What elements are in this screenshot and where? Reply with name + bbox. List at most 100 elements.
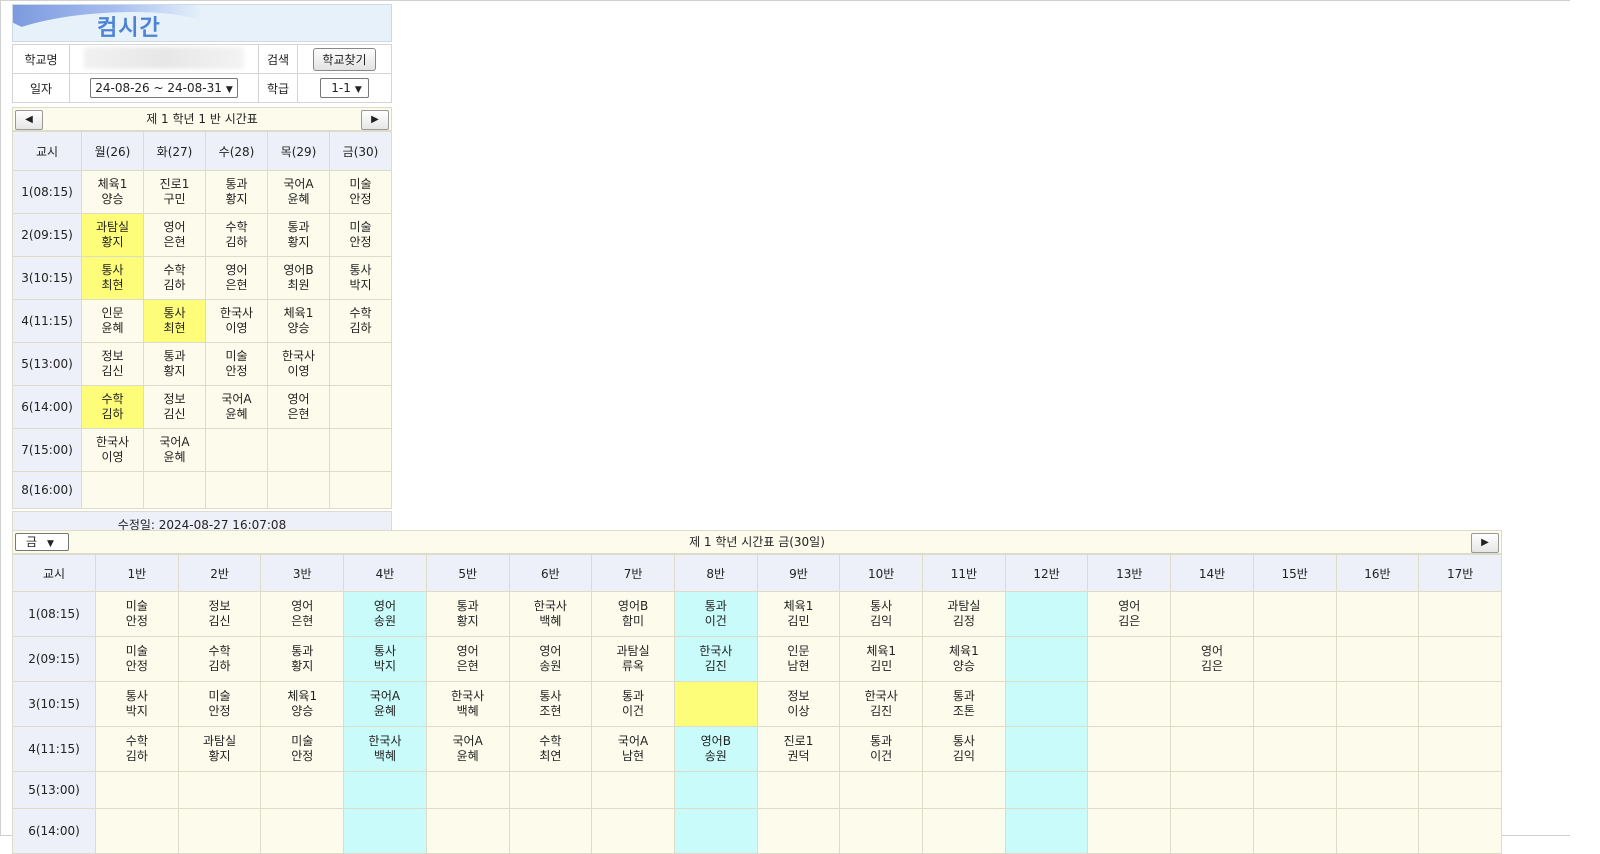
lesson-cell[interactable]: 영어 은현 — [267, 385, 330, 429]
lesson-cell[interactable] — [922, 808, 1006, 854]
lesson-cell[interactable] — [1252, 771, 1337, 809]
lesson-cell[interactable] — [329, 385, 392, 429]
lesson-cell[interactable]: 과탐실 황지 — [81, 213, 144, 257]
lesson-cell[interactable]: 국어A 윤혜 — [143, 428, 206, 472]
lesson-cell[interactable] — [425, 771, 510, 809]
lesson-cell[interactable]: 정보 김신 — [143, 385, 206, 429]
lesson-cell[interactable]: 한국사 백혜 — [343, 726, 427, 772]
lesson-cell[interactable] — [95, 771, 179, 809]
lesson-cell[interactable]: 통과 이건 — [591, 681, 675, 727]
lesson-cell[interactable]: 통과 조톤 — [922, 681, 1006, 727]
lesson-cell[interactable]: 과탐실 류옥 — [591, 636, 675, 682]
lesson-cell[interactable] — [1170, 591, 1254, 637]
lesson-cell[interactable] — [756, 808, 841, 854]
lesson-cell[interactable]: 통사 최현 — [143, 299, 206, 343]
lesson-cell[interactable]: 통사 김익 — [922, 726, 1006, 772]
lesson-cell[interactable]: 진로1 권덕 — [756, 726, 841, 772]
lesson-cell[interactable]: 국어A 윤혜 — [425, 726, 510, 772]
lesson-cell[interactable]: 정보 김신 — [81, 342, 144, 386]
lesson-cell[interactable] — [177, 808, 262, 854]
lesson-cell[interactable] — [1252, 681, 1337, 727]
lesson-cell[interactable]: 영어B 송원 — [673, 726, 758, 772]
lesson-cell[interactable] — [1418, 808, 1502, 854]
lesson-cell[interactable]: 통사 조현 — [508, 681, 593, 727]
lesson-cell[interactable] — [1004, 681, 1089, 727]
lesson-cell[interactable] — [591, 808, 675, 854]
lesson-cell[interactable] — [1335, 591, 1420, 637]
lesson-cell[interactable]: 한국사 김진 — [839, 681, 924, 727]
lesson-cell[interactable] — [343, 771, 427, 809]
lesson-cell[interactable] — [591, 771, 675, 809]
lesson-cell[interactable] — [1335, 681, 1420, 727]
lesson-cell[interactable]: 영어 김은 — [1087, 591, 1172, 637]
lesson-cell[interactable]: 영어 송원 — [343, 591, 427, 637]
lesson-cell[interactable] — [508, 808, 593, 854]
lesson-cell[interactable] — [1087, 636, 1172, 682]
lesson-cell[interactable]: 통과 황지 — [143, 342, 206, 386]
lesson-cell[interactable]: 미술 안정 — [260, 726, 345, 772]
lesson-cell[interactable] — [329, 471, 392, 509]
lesson-cell[interactable]: 통사 최현 — [81, 256, 144, 300]
lesson-cell[interactable] — [1170, 771, 1254, 809]
lesson-cell[interactable] — [673, 808, 758, 854]
lesson-cell[interactable]: 미술 안정 — [329, 170, 392, 214]
lesson-cell[interactable] — [267, 428, 330, 472]
lesson-cell[interactable]: 수학 김하 — [205, 213, 268, 257]
lesson-cell[interactable]: 인문 윤혜 — [81, 299, 144, 343]
lesson-cell[interactable] — [1004, 726, 1089, 772]
lesson-cell[interactable]: 수학 김하 — [143, 256, 206, 300]
lesson-cell[interactable] — [425, 808, 510, 854]
lesson-cell[interactable] — [1418, 681, 1502, 727]
lesson-cell[interactable]: 정보 김신 — [177, 591, 262, 637]
lesson-cell[interactable]: 미술 안정 — [95, 591, 179, 637]
lesson-cell[interactable]: 체육1 양승 — [260, 681, 345, 727]
lesson-cell[interactable]: 통사 김익 — [839, 591, 924, 637]
lesson-cell[interactable]: 과탐실 황지 — [177, 726, 262, 772]
lesson-cell[interactable] — [1252, 591, 1337, 637]
lesson-cell[interactable] — [329, 342, 392, 386]
lesson-cell[interactable] — [1418, 771, 1502, 809]
lesson-cell[interactable] — [1004, 591, 1089, 637]
lesson-cell[interactable] — [673, 681, 758, 727]
lesson-cell[interactable]: 영어 은현 — [425, 636, 510, 682]
lesson-cell[interactable] — [177, 771, 262, 809]
lesson-cell[interactable]: 체육1 김민 — [756, 591, 841, 637]
lesson-cell[interactable]: 통사 박지 — [329, 256, 392, 300]
lesson-cell[interactable]: 통과 이건 — [839, 726, 924, 772]
next-week-button[interactable]: ▶ — [361, 110, 389, 130]
lesson-cell[interactable]: 한국사 이영 — [267, 342, 330, 386]
lesson-cell[interactable]: 수학 김하 — [177, 636, 262, 682]
lesson-cell[interactable]: 미술 안정 — [95, 636, 179, 682]
lesson-cell[interactable]: 통과 황지 — [205, 170, 268, 214]
lesson-cell[interactable]: 국어A 남현 — [591, 726, 675, 772]
lesson-cell[interactable]: 체육1 김민 — [839, 636, 924, 682]
lesson-cell[interactable]: 미술 안정 — [205, 342, 268, 386]
lesson-cell[interactable] — [1418, 726, 1502, 772]
lesson-cell[interactable]: 체육1 양승 — [81, 170, 144, 214]
lesson-cell[interactable]: 수학 김하 — [95, 726, 179, 772]
lesson-cell[interactable] — [1252, 726, 1337, 772]
lesson-cell[interactable] — [1004, 808, 1089, 854]
day-select[interactable]: 금 ▼ — [15, 533, 69, 551]
lesson-cell[interactable]: 한국사 김진 — [673, 636, 758, 682]
prev-week-button[interactable]: ◀ — [15, 110, 43, 130]
lesson-cell[interactable]: 영어 은현 — [205, 256, 268, 300]
lesson-cell[interactable]: 통과 황지 — [425, 591, 510, 637]
lesson-cell[interactable] — [1170, 681, 1254, 727]
lesson-cell[interactable] — [143, 471, 206, 509]
lesson-cell[interactable] — [260, 808, 345, 854]
date-select[interactable]: 24-08-26 ~ 24-08-31 ▼ — [90, 78, 238, 98]
lesson-cell[interactable] — [1335, 726, 1420, 772]
lesson-cell[interactable] — [1170, 726, 1254, 772]
lesson-cell[interactable] — [508, 771, 593, 809]
lesson-cell[interactable]: 통과 황지 — [260, 636, 345, 682]
lesson-cell[interactable]: 한국사 이영 — [205, 299, 268, 343]
lesson-cell[interactable]: 한국사 이영 — [81, 428, 144, 472]
lesson-cell[interactable] — [1335, 636, 1420, 682]
lesson-cell[interactable] — [1087, 681, 1172, 727]
lesson-cell[interactable]: 통과 이건 — [673, 591, 758, 637]
lesson-cell[interactable]: 국어A 윤혜 — [267, 170, 330, 214]
lesson-cell[interactable]: 국어A 윤혜 — [205, 385, 268, 429]
lesson-cell[interactable] — [1004, 771, 1089, 809]
lesson-cell[interactable]: 통과 황지 — [267, 213, 330, 257]
